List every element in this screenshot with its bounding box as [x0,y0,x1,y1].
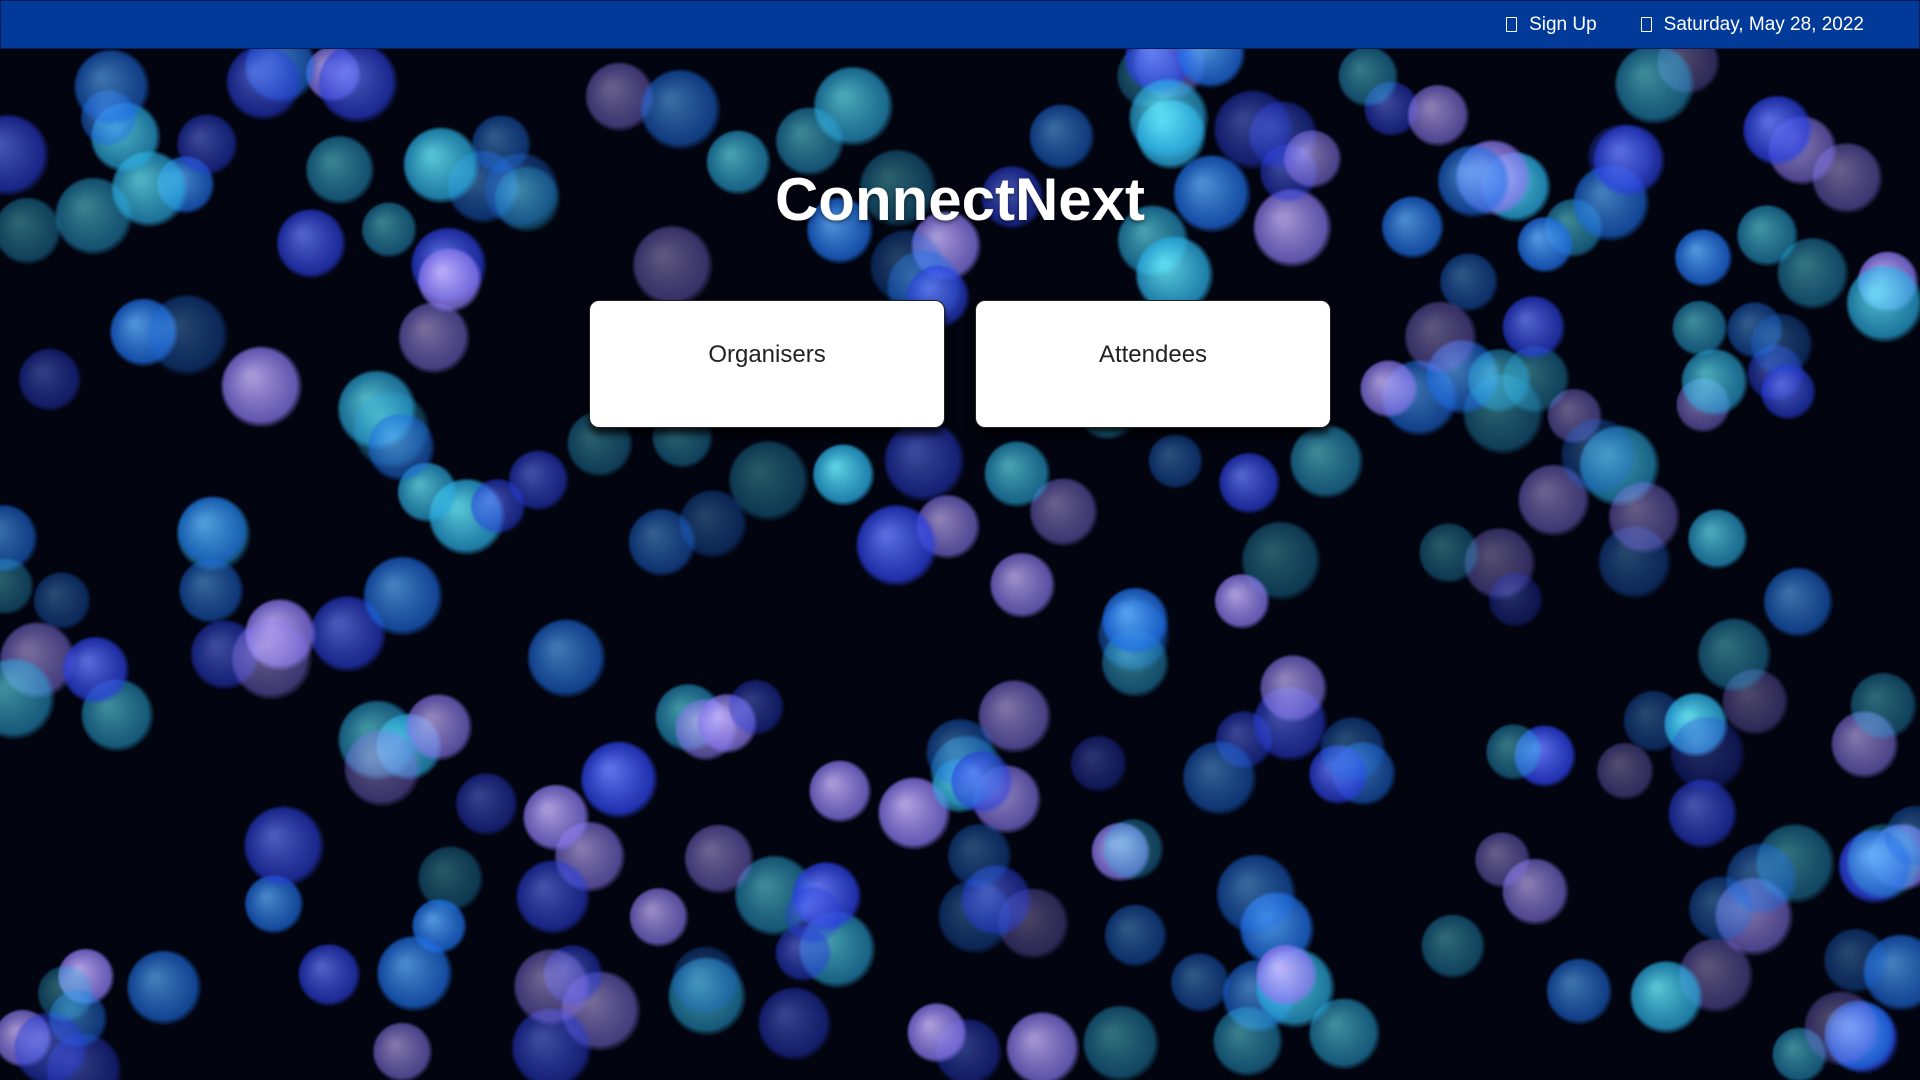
bokeh-background-image [0,0,1920,1080]
signup-checkbox-icon [1506,17,1518,32]
date-label: Saturday, May 28, 2022 [1663,13,1864,35]
sign-up-label: Sign Up [1529,13,1597,35]
attendees-label: Attendees [1098,341,1208,368]
attendees-button[interactable]: Attendees [975,300,1331,428]
organisers-label: Organisers [708,341,826,368]
top-navigation-bar: Sign Up Saturday, May 28, 2022 [0,0,1920,49]
page-title: ConnectNext [774,166,1146,233]
organisers-button[interactable]: Organisers [589,300,945,428]
sign-up-link[interactable]: Sign Up [1506,14,1597,36]
date-checkbox-icon [1640,17,1652,32]
role-selection-cards: Organisers Attendees [0,300,1920,428]
current-date: Saturday, May 28, 2022 [1640,13,1864,36]
